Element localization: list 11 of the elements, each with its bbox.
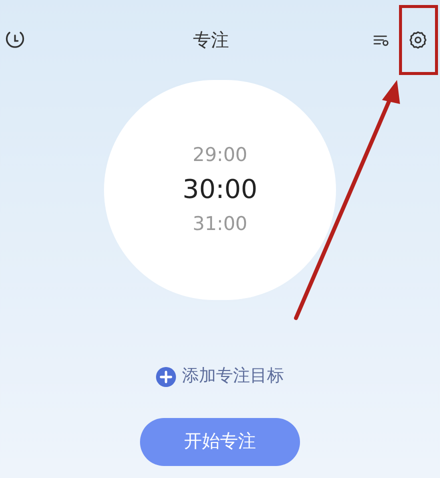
- time-option[interactable]: 31:00: [192, 215, 248, 234]
- timer-icon[interactable]: [4, 29, 26, 51]
- start-button[interactable]: 开始专注: [140, 418, 300, 466]
- settings-icon[interactable]: [408, 30, 428, 50]
- time-option[interactable]: 30:00: [182, 177, 258, 203]
- time-picker[interactable]: 29:00 30:00 31:00: [104, 80, 336, 300]
- highlight-box: [399, 5, 438, 75]
- plus-icon: [156, 366, 176, 387]
- add-goal-link[interactable]: 添加专注目标: [156, 364, 284, 390]
- time-option[interactable]: 29:00: [192, 146, 248, 165]
- page-title: 专注: [193, 28, 229, 52]
